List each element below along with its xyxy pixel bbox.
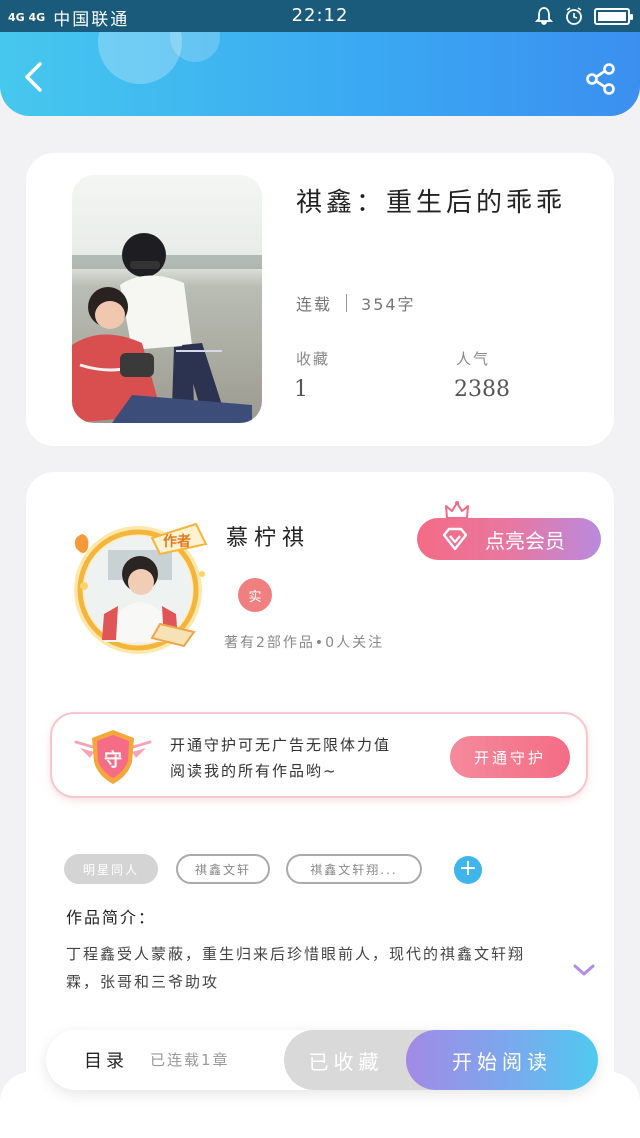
word-count: 354字 xyxy=(361,295,416,314)
collected-button-label: 已收藏 xyxy=(308,1049,384,1074)
guardian-text-line: 阅读我的所有作品哟~ xyxy=(170,762,338,780)
author-meta: 著有2部作品•0人关注 xyxy=(224,635,385,651)
tag-item[interactable]: 祺鑫文轩翔... xyxy=(286,854,422,884)
vip-button-label: 点亮会员 xyxy=(485,528,565,553)
shield-glyph: 守 xyxy=(104,749,122,771)
add-tag-button[interactable]: + xyxy=(454,856,482,884)
vip-button[interactable]: 点亮会员 xyxy=(417,518,601,560)
alarm-icon xyxy=(566,7,582,25)
popularity-value: 2388 xyxy=(454,377,510,402)
verified-badge: 实 xyxy=(238,578,272,612)
author-name[interactable]: 慕柠祺 xyxy=(226,520,310,552)
book-title: 祺鑫：重生后的乖乖 xyxy=(296,188,567,218)
tag-item[interactable]: 明星同人 xyxy=(64,854,158,884)
start-reading-button[interactable]: 开始阅读 xyxy=(406,1030,598,1090)
intro-title: 作品简介： xyxy=(66,908,157,927)
battery-icon xyxy=(594,7,633,25)
chevron-left-icon xyxy=(25,62,42,92)
guardian-banner: 守 开通守护可无广告无限体力值 阅读我的所有作品哟~ 开通守护 xyxy=(50,712,588,798)
popularity-label: 人气 xyxy=(456,350,491,368)
status-bar: 4G 4G 中国联通 22:12 xyxy=(0,0,640,32)
share-button[interactable] xyxy=(584,62,618,96)
bottom-action-bar: 目录 已连载1章 已收藏 开始阅读 xyxy=(46,1030,598,1090)
intro-text: 丁程鑫受人蒙蔽，重生归来后珍惜眼前人，现代的祺鑫文轩翔霖，张哥和三爷助攻 xyxy=(66,945,526,991)
divider xyxy=(346,294,348,312)
shield-icon: 守 xyxy=(74,730,152,784)
guardian-text: 开通守护可无广告无限体力值 阅读我的所有作品哟~ xyxy=(170,732,391,784)
chevron-down-icon xyxy=(573,964,595,976)
collect-label: 收藏 xyxy=(296,350,331,368)
book-cover-image[interactable] xyxy=(72,175,262,423)
tag-item[interactable]: 祺鑫文轩 xyxy=(176,854,270,884)
back-button[interactable] xyxy=(18,60,52,94)
toc-button[interactable]: 目录 xyxy=(84,1047,128,1073)
author-avatar[interactable]: 作者 xyxy=(56,514,216,664)
book-status: 连载 xyxy=(296,295,333,314)
open-guardian-button[interactable]: 开通守护 xyxy=(450,736,570,778)
guardian-text-line: 开通守护可无广告无限体力值 xyxy=(170,736,392,754)
book-meta: 连载 354字 xyxy=(296,291,416,315)
collect-value: 1 xyxy=(294,377,308,402)
notification-icon xyxy=(534,7,554,25)
expand-intro-button[interactable] xyxy=(572,962,596,982)
author-avatar-badge: 作者 xyxy=(163,533,191,550)
share-icon xyxy=(586,63,615,95)
header-bar xyxy=(0,32,640,116)
diamond-icon xyxy=(442,527,468,551)
book-info-card: 祺鑫：重生后的乖乖 连载 354字 收藏 1 人气 2388 xyxy=(26,153,614,446)
chapter-status: 已连载1章 xyxy=(150,1051,230,1069)
